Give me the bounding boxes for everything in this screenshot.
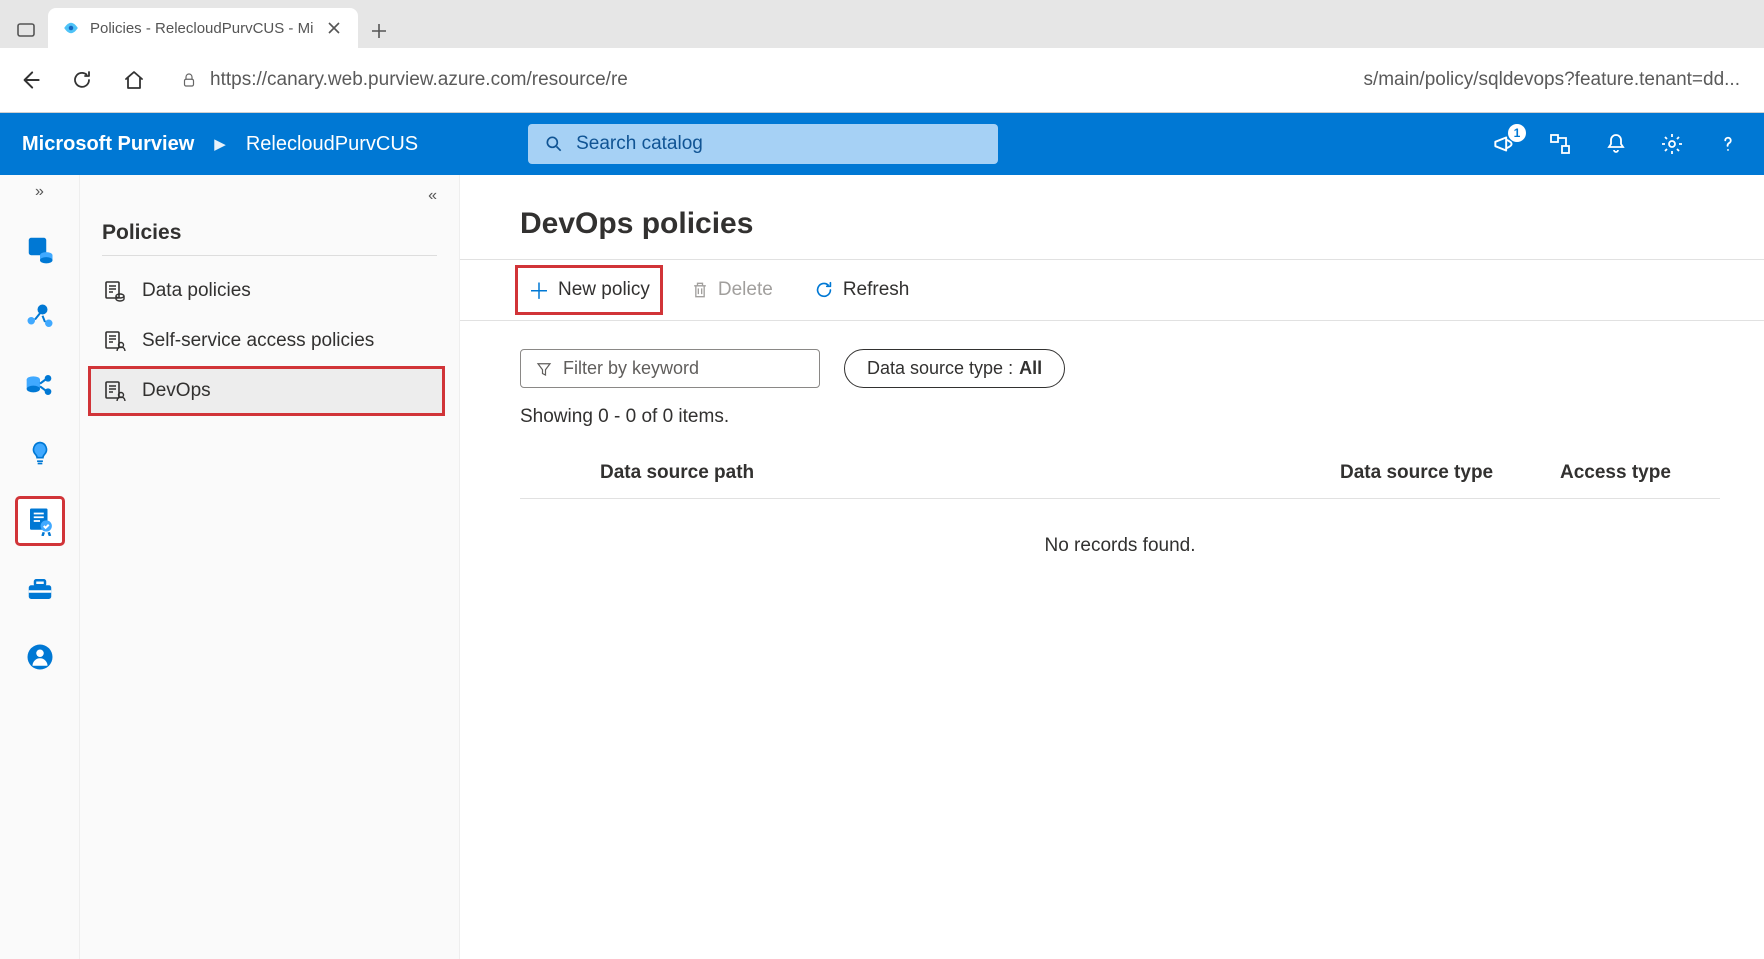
brand-label: Microsoft Purview bbox=[22, 133, 194, 156]
side-panel-title: Policies bbox=[102, 221, 437, 256]
help-icon bbox=[1717, 133, 1739, 155]
rail-data-map[interactable] bbox=[16, 293, 64, 341]
rail-privacy[interactable] bbox=[16, 633, 64, 681]
self-service-icon bbox=[102, 328, 128, 354]
browser-chrome: Policies - RelecloudPurvCUS - Mi https:/… bbox=[0, 0, 1764, 113]
url-text-left: https://canary.web.purview.azure.com/res… bbox=[210, 69, 628, 91]
table-header: Data source path Data source type Access… bbox=[520, 448, 1720, 499]
help-button[interactable] bbox=[1714, 130, 1742, 158]
pill-value: All bbox=[1019, 358, 1042, 379]
collapse-panel-button[interactable]: « bbox=[80, 187, 459, 213]
url-field[interactable]: https://canary.web.purview.azure.com/res… bbox=[170, 69, 1750, 91]
pill-label: Data source type : bbox=[867, 358, 1013, 379]
rail-expand-button[interactable]: » bbox=[35, 183, 44, 201]
share-icon bbox=[24, 369, 56, 401]
url-text-right: s/main/policy/sqldevops?feature.tenant=d… bbox=[1363, 69, 1740, 91]
refresh-icon bbox=[70, 68, 94, 92]
database-icon bbox=[25, 234, 55, 264]
new-policy-button[interactable]: ＋ New policy bbox=[520, 270, 658, 310]
toolbar: ＋ New policy Delete Refresh bbox=[460, 259, 1764, 321]
side-item-self-service[interactable]: Self-service access policies bbox=[80, 316, 459, 366]
header-actions: 1 bbox=[1490, 130, 1742, 158]
bell-icon bbox=[1604, 132, 1628, 156]
column-access-type[interactable]: Access type bbox=[1560, 462, 1720, 484]
tab-title: Policies - RelecloudPurvCUS - Mi bbox=[90, 20, 314, 37]
purview-favicon-icon bbox=[62, 19, 80, 37]
column-checkbox bbox=[520, 462, 600, 484]
gear-icon bbox=[1660, 132, 1684, 156]
search-placeholder: Search catalog bbox=[576, 133, 703, 155]
policy-icon bbox=[25, 506, 55, 536]
purview-header: Microsoft Purview ▶ RelecloudPurvCUS Sea… bbox=[0, 113, 1764, 175]
breadcrumb-chevron-icon: ▶ bbox=[214, 135, 226, 153]
data-source-type-pill[interactable]: Data source type : All bbox=[844, 349, 1065, 388]
trash-icon bbox=[690, 280, 710, 300]
empty-state: No records found. bbox=[520, 499, 1720, 557]
privacy-icon bbox=[25, 642, 55, 672]
map-icon bbox=[25, 302, 55, 332]
rail-management[interactable] bbox=[16, 565, 64, 613]
delete-label: Delete bbox=[718, 279, 773, 301]
side-item-label: Self-service access policies bbox=[142, 330, 374, 352]
icon-rail: » bbox=[0, 175, 80, 959]
rail-data-estate-insights[interactable] bbox=[16, 429, 64, 477]
refresh-label: Refresh bbox=[843, 279, 910, 301]
app-body: » « Policies Data policies bbox=[0, 175, 1764, 959]
rail-data-policy[interactable] bbox=[16, 497, 64, 545]
home-button[interactable] bbox=[118, 64, 150, 96]
rail-data-share[interactable] bbox=[16, 361, 64, 409]
feedback-button[interactable]: 1 bbox=[1490, 130, 1518, 158]
lock-icon bbox=[180, 71, 198, 89]
search-input[interactable]: Search catalog bbox=[528, 124, 998, 164]
close-icon bbox=[327, 21, 341, 35]
tab-bar: Policies - RelecloudPurvCUS - Mi bbox=[0, 0, 1764, 48]
notification-badge: 1 bbox=[1508, 124, 1526, 142]
lightbulb-icon bbox=[26, 439, 54, 467]
filter-placeholder: Filter by keyword bbox=[563, 358, 699, 379]
page-title: DevOps policies bbox=[520, 207, 1720, 241]
delete-button: Delete bbox=[682, 275, 781, 305]
tabs-overview-button[interactable] bbox=[8, 12, 44, 48]
search-icon bbox=[544, 134, 564, 154]
side-panel: « Policies Data policies Self-service ac… bbox=[80, 175, 460, 959]
workspace-name: RelecloudPurvCUS bbox=[246, 133, 418, 156]
main-content: DevOps policies ＋ New policy Delete Refr… bbox=[460, 175, 1764, 959]
tabs-icon bbox=[16, 20, 36, 40]
refresh-toolbar-button[interactable]: Refresh bbox=[805, 275, 918, 305]
side-item-label: Data policies bbox=[142, 280, 251, 302]
settings-button[interactable] bbox=[1658, 130, 1686, 158]
results-count: Showing 0 - 0 of 0 items. bbox=[520, 406, 1720, 428]
filter-keyword-input[interactable]: Filter by keyword bbox=[520, 349, 820, 388]
browser-tab[interactable]: Policies - RelecloudPurvCUS - Mi bbox=[48, 8, 358, 48]
devops-icon bbox=[102, 378, 128, 404]
filters-row: Filter by keyword Data source type : All bbox=[520, 349, 1720, 388]
refresh-button[interactable] bbox=[66, 64, 98, 96]
side-item-devops[interactable]: DevOps bbox=[88, 366, 445, 416]
new-tab-button[interactable] bbox=[362, 14, 396, 48]
filter-icon bbox=[535, 360, 553, 378]
back-button[interactable] bbox=[14, 64, 46, 96]
rail-data-catalog[interactable] bbox=[16, 225, 64, 273]
home-icon bbox=[122, 68, 146, 92]
refresh-icon bbox=[813, 279, 835, 301]
side-item-data-policies[interactable]: Data policies bbox=[80, 266, 459, 316]
column-data-source-path[interactable]: Data source path bbox=[600, 462, 1340, 484]
arrow-left-icon bbox=[17, 67, 43, 93]
address-bar: https://canary.web.purview.azure.com/res… bbox=[0, 48, 1764, 112]
new-policy-label: New policy bbox=[558, 279, 650, 301]
notifications-button[interactable] bbox=[1602, 130, 1630, 158]
plus-icon bbox=[370, 22, 388, 40]
plus-icon: ＋ bbox=[528, 274, 550, 306]
knowledge-button[interactable] bbox=[1546, 130, 1574, 158]
column-data-source-type[interactable]: Data source type bbox=[1340, 462, 1560, 484]
toolbox-icon bbox=[25, 574, 55, 604]
data-policies-icon bbox=[102, 278, 128, 304]
tab-close-button[interactable] bbox=[324, 18, 344, 38]
knowledge-icon bbox=[1548, 132, 1572, 156]
side-item-label: DevOps bbox=[142, 380, 211, 402]
